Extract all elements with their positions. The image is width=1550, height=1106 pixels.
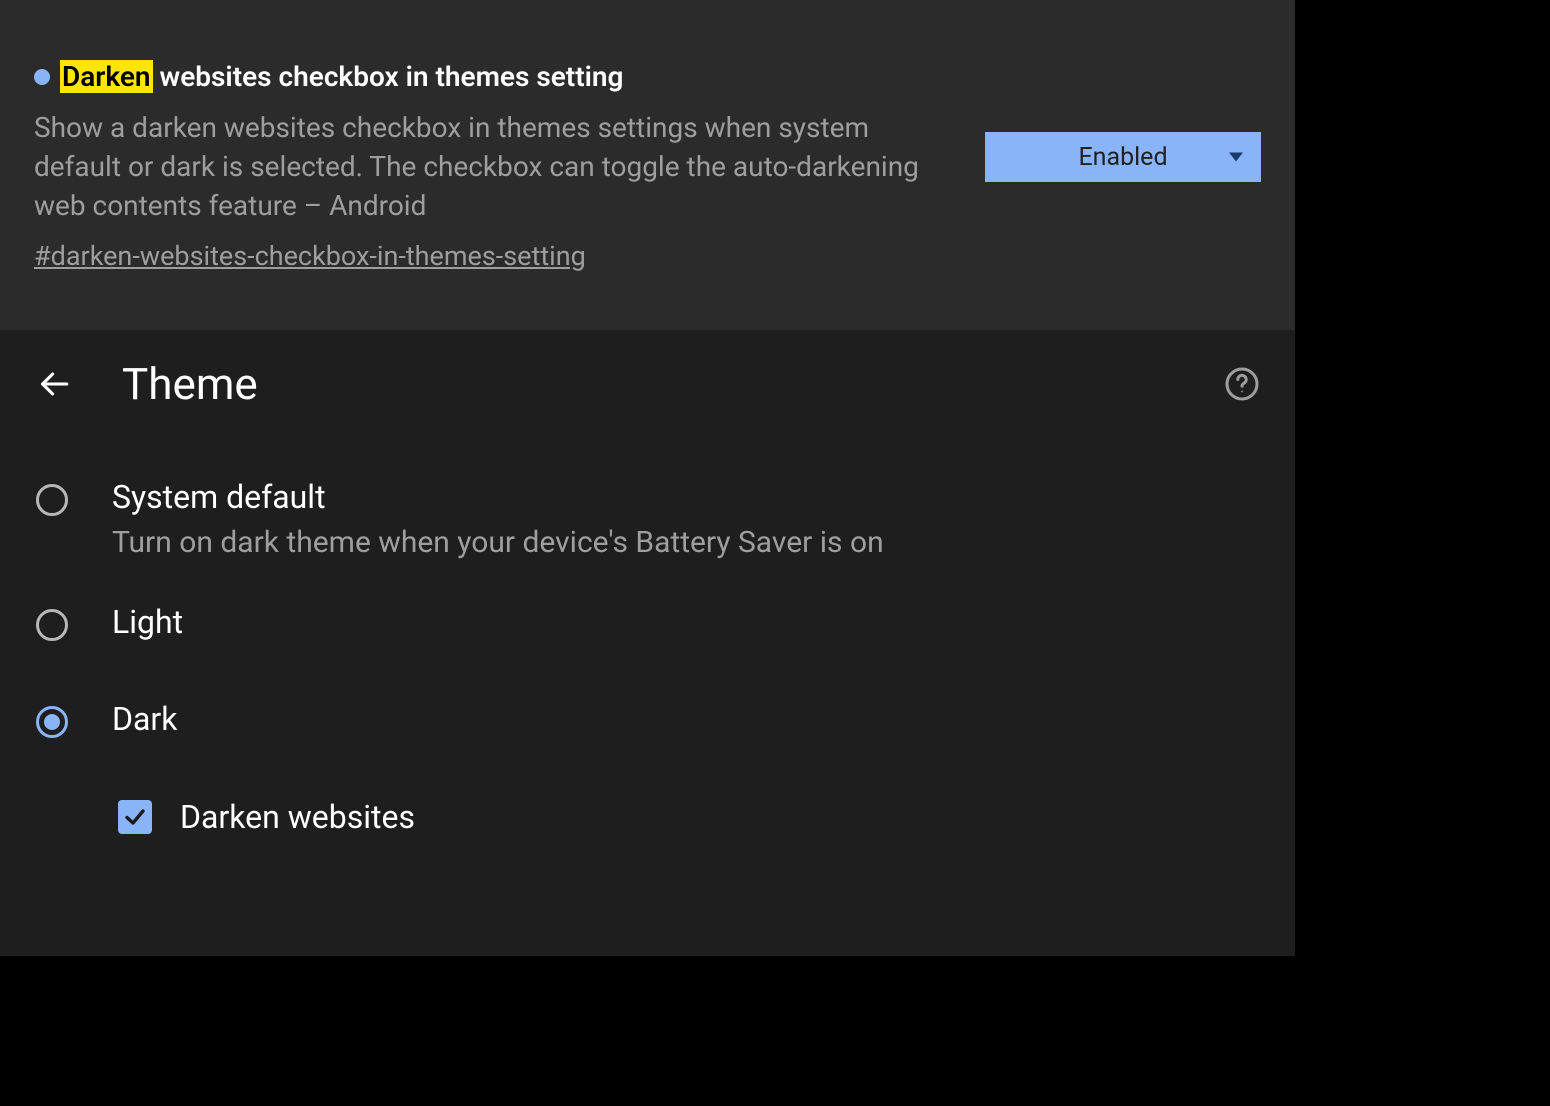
back-button[interactable] xyxy=(32,362,76,406)
option-texts: System default Turn on dark theme when y… xyxy=(112,478,884,563)
radio-icon-selected xyxy=(36,706,68,738)
flag-state-value: Enabled xyxy=(1078,143,1167,172)
darken-websites-checkbox-row[interactable]: Darken websites xyxy=(118,798,1263,836)
option-label: Light xyxy=(112,603,183,641)
page-title: Theme xyxy=(122,358,258,410)
checkbox-label: Darken websites xyxy=(180,798,415,836)
theme-option-light[interactable]: Light xyxy=(32,589,1263,655)
theme-options-list: System default Turn on dark theme when y… xyxy=(32,464,1263,836)
flag-pane: Darken websites checkbox in themes setti… xyxy=(0,0,1295,330)
search-highlight: Darken xyxy=(60,60,153,93)
chevron-down-icon xyxy=(1229,153,1243,162)
option-subtext: Turn on dark theme when your device's Ba… xyxy=(112,523,884,564)
flag-state-dropdown[interactable]: Enabled xyxy=(985,132,1261,182)
radio-icon xyxy=(36,609,68,641)
checkbox-checked-icon xyxy=(118,800,152,834)
theme-pane: Theme System default Turn on dark theme … xyxy=(0,330,1295,956)
flag-anchor-link[interactable]: #darken-websites-checkbox-in-themes-sett… xyxy=(34,239,586,274)
flag-title-rest: websites checkbox in themes setting xyxy=(153,60,624,93)
checkmark-icon xyxy=(123,805,147,829)
option-texts: Light xyxy=(112,603,183,641)
flag-title: Darken websites checkbox in themes setti… xyxy=(34,60,961,94)
option-texts: Dark xyxy=(112,700,177,738)
radio-icon xyxy=(36,484,68,516)
flag-body: Darken websites checkbox in themes setti… xyxy=(34,60,961,274)
help-icon xyxy=(1224,366,1260,402)
theme-header: Theme xyxy=(32,358,1263,410)
option-label: Dark xyxy=(112,700,177,738)
theme-option-system-default[interactable]: System default Turn on dark theme when y… xyxy=(32,464,1263,577)
help-button[interactable] xyxy=(1221,363,1263,405)
flag-title-text: Darken websites checkbox in themes setti… xyxy=(60,60,623,94)
back-arrow-icon xyxy=(37,367,71,401)
flag-description: Show a darken websites checkbox in theme… xyxy=(34,108,934,226)
option-label: System default xyxy=(112,478,884,516)
theme-option-dark[interactable]: Dark xyxy=(32,686,1263,752)
modified-dot-icon xyxy=(34,69,50,85)
